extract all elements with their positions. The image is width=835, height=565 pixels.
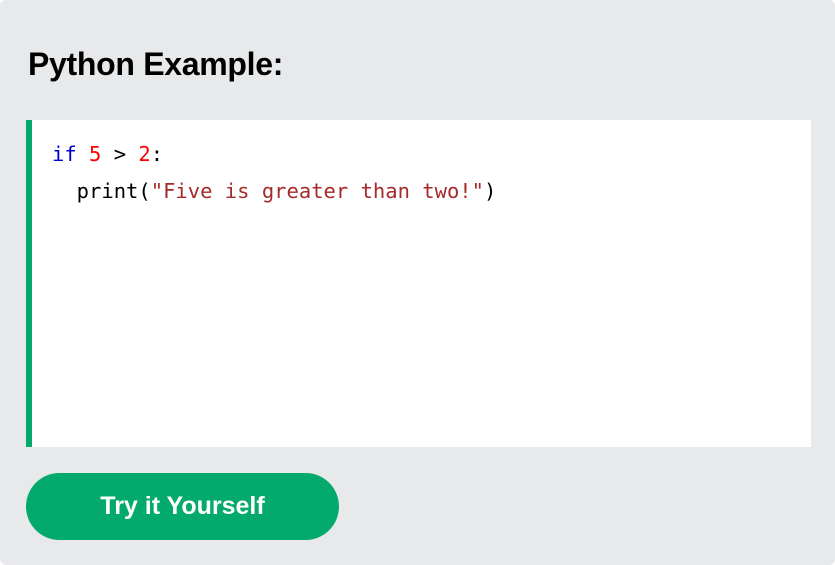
number-5: 5	[89, 142, 102, 166]
number-2: 2	[138, 142, 151, 166]
code-block: if 5 > 2: print("Five is greater than tw…	[26, 120, 811, 447]
close-paren: )	[484, 179, 497, 203]
colon: :	[150, 142, 164, 166]
example-heading: Python Example:	[28, 46, 284, 82]
print-call: print(	[52, 179, 151, 203]
code-text: if 5 > 2: print("Five is greater than tw…	[52, 136, 496, 210]
code-line-1: if 5 > 2:	[52, 142, 163, 166]
try-it-yourself-button[interactable]: Try it Yourself	[26, 473, 339, 540]
example-panel: Python Example: if 5 > 2: print("Five is…	[0, 0, 835, 565]
keyword-if: if	[52, 142, 77, 166]
operator: >	[101, 142, 139, 166]
code-line-2: print("Five is greater than two!")	[52, 179, 497, 203]
string-literal: "Five is greater than two!"	[150, 179, 484, 203]
